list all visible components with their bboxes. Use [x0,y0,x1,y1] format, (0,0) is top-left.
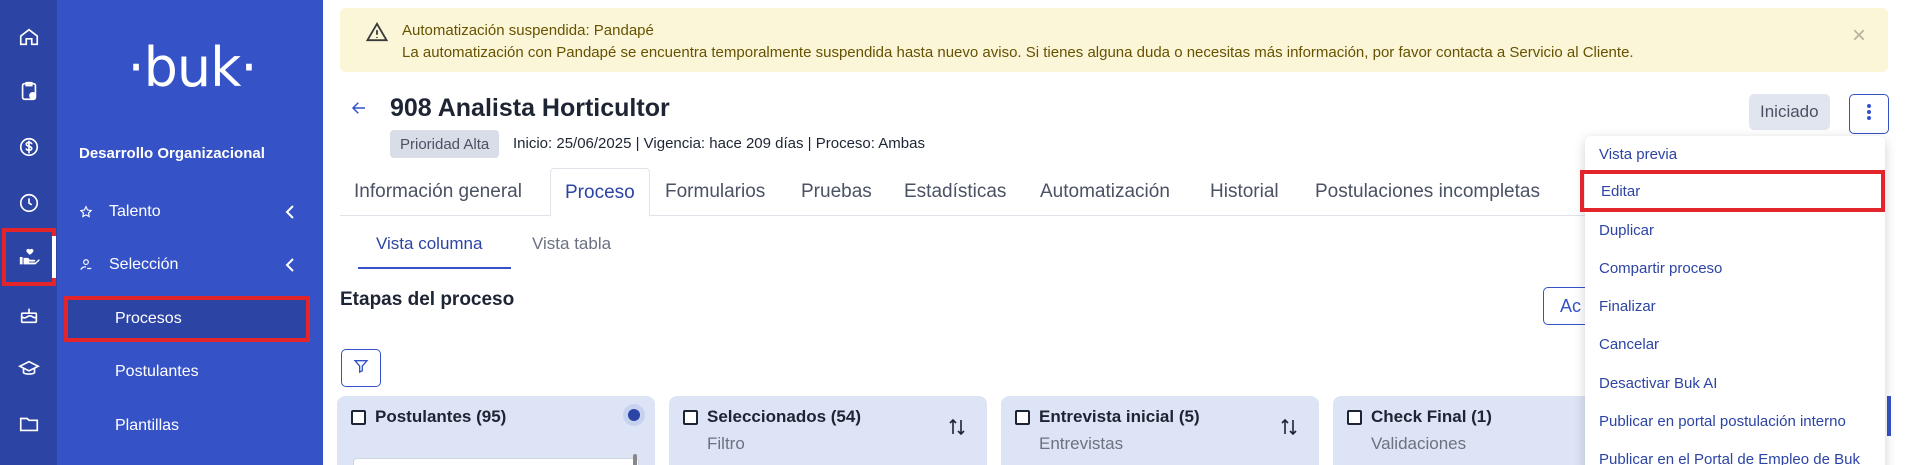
menu-item-cancelar[interactable]: Cancelar [1599,330,1659,358]
dollar-icon[interactable] [0,124,57,170]
menu-item-compartir-proceso[interactable]: Compartir proceso [1599,254,1722,282]
icon-rail [0,0,57,465]
alert-title: Automatización suspendida: Pandapé [402,22,654,39]
sidebar-item-label: Talento [109,203,161,220]
column-title: Entrevista inicial (5) [1039,407,1200,426]
cake-icon[interactable] [0,292,57,338]
menu-item-desactivar-buk-ai[interactable]: Desactivar Buk AI [1599,369,1717,397]
tab-automatizacion[interactable]: Automatización [1040,168,1170,216]
sidebar-item-label: Selección [109,256,179,273]
chevron-left-icon [285,205,295,224]
warning-icon [365,22,389,47]
column-checkbox[interactable] [1015,410,1030,425]
menu-item-publicar-portal-empleo[interactable]: Publicar en el Portal de Empleo de Buk [1599,445,1860,465]
process-tabs: Información general Proceso Formularios … [340,168,1590,217]
graduation-cap-icon[interactable] [0,346,57,392]
column-subtitle: Validaciones [1371,434,1467,453]
tab-proceso[interactable]: Proceso [550,168,650,217]
column-checkbox[interactable] [1347,410,1362,425]
column-subtitle: Filtro [707,434,745,453]
tab-historial[interactable]: Historial [1210,168,1279,216]
tab-estadisticas[interactable]: Estadísticas [904,168,1006,216]
sidebar-subitem-procesos[interactable]: Procesos [64,296,310,342]
tab-informacion-general[interactable]: Información general [354,168,522,216]
stage-column: Postulantes (95) [337,396,655,465]
menu-item-finalizar[interactable]: Finalizar [1599,292,1656,320]
column-card[interactable] [353,458,639,465]
column-title: Seleccionados (54) [707,407,862,426]
sidebar-section-title: Desarrollo Organizacional [79,145,265,162]
app-root: ·buk· Desarrollo Organizacional Talento … [0,0,1906,465]
person-hand-icon [79,258,97,272]
page-title: 908 Analista Horticultor [390,94,670,122]
home-icon[interactable] [0,14,57,60]
kebab-icon [1866,103,1872,126]
sidebar-item-talento[interactable]: Talento [79,197,309,227]
column-subtitle: Entrevistas [1039,434,1124,453]
column-checkbox[interactable] [683,410,698,425]
status-dot-icon [623,404,645,426]
chevron-left-icon [285,258,295,277]
active-view-indicator [358,267,511,269]
sidebar: ·buk· Desarrollo Organizacional Talento … [57,0,323,465]
stage-column: Seleccionados (54) Filtro [669,396,987,465]
clipboard-icon[interactable] [0,68,57,114]
tab-formularios[interactable]: Formularios [665,168,765,216]
menu-item-duplicar[interactable]: Duplicar [1599,216,1654,244]
sidebar-subitem-postulantes[interactable]: Postulantes [115,357,345,387]
options-dropdown: Vista previa Editar Duplicar Compartir p… [1580,136,1885,465]
tab-pruebas[interactable]: Pruebas [801,168,872,216]
column-checkbox[interactable] [351,410,366,425]
status-badge: Iniciado [1749,94,1830,130]
menu-item-publicar-portal-interno[interactable]: Publicar en portal postulación interno [1599,407,1846,435]
tab-postulaciones-incompletas[interactable]: Postulaciones incompletas [1315,168,1540,216]
suspension-alert: Automatización suspendida: Pandapé La au… [340,8,1888,72]
star-icon [79,205,97,219]
menu-item-editar[interactable]: Editar [1580,170,1885,212]
sidebar-subitem-plantillas[interactable]: Plantillas [115,411,345,441]
stage-column: Check Final (1) Validaciones [1333,396,1593,465]
view-tab-columna[interactable]: Vista columna [376,234,482,254]
section-title: Etapas del proceso [340,289,515,310]
column-scrollbar[interactable] [633,454,637,465]
folder-icon[interactable] [0,401,57,447]
menu-item-vista-previa[interactable]: Vista previa [1599,140,1677,168]
sort-icon[interactable] [949,418,965,441]
alert-body: La automatización con Pandapé se encuent… [402,44,1634,61]
column-title: Postulantes (95) [375,407,507,426]
sort-icon[interactable] [1281,418,1297,441]
filter-button[interactable] [341,349,381,387]
priority-badge: Prioridad Alta [390,130,500,158]
close-icon[interactable]: × [1852,24,1866,48]
buk-logo[interactable]: ·buk· [127,36,257,99]
hand-heart-icon[interactable] [2,228,56,286]
stage-column: Entrevista inicial (5) Entrevistas [1001,396,1319,465]
filter-icon [353,358,369,379]
view-tab-tabla[interactable]: Vista tabla [532,234,611,254]
back-arrow-icon[interactable] [350,99,368,122]
more-options-button[interactable] [1849,94,1889,134]
sidebar-item-seleccion[interactable]: Selección [79,250,309,280]
scroll-indicator[interactable] [1887,396,1891,436]
clock-icon[interactable] [0,180,57,226]
column-title: Check Final (1) [1371,407,1492,426]
process-meta: Inicio: 25/06/2025 | Vigencia: hace 209 … [513,135,925,152]
